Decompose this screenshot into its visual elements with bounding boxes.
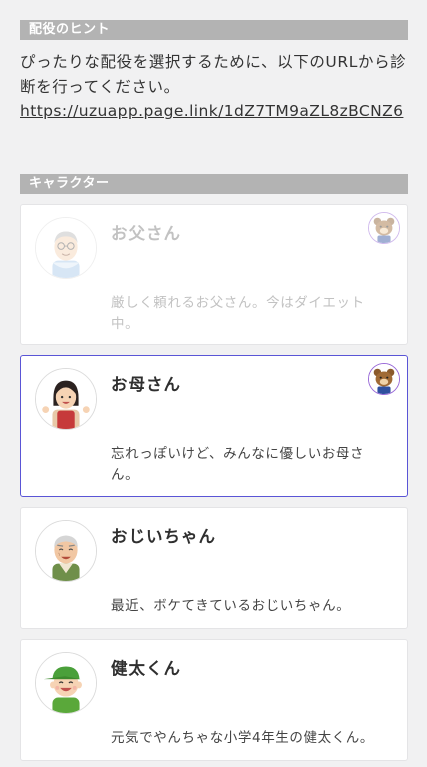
character-name: お父さん bbox=[111, 224, 181, 243]
character-description: 最近、ボケてきているおじいちゃん。 bbox=[111, 598, 351, 614]
character-card-kenta[interactable]: 健太くん 元気でやんちゃな小学4年生の健太くん。 bbox=[20, 639, 408, 761]
character-description: 元気でやんちゃな小学4年生の健太くん。 bbox=[111, 730, 374, 746]
characters-section-header: キャラクター bbox=[20, 174, 408, 194]
bear-badge-icon bbox=[368, 363, 400, 395]
character-card-mother[interactable]: お母さん 忘れっぽいけど、みんなに優しいお母さん。 bbox=[20, 355, 408, 497]
character-name: お母さん bbox=[111, 375, 181, 394]
character-name: 健太くん bbox=[111, 659, 181, 678]
character-name: おじいちゃん bbox=[111, 527, 216, 546]
character-card-grandfather[interactable]: おじいちゃん 最近、ボケてきているおじいちゃん。 bbox=[20, 507, 408, 629]
hint-text: ぴったりな配役を選択するために、以下のURLから診断を行ってください。 bbox=[20, 53, 407, 96]
hint-section-header: 配役のヒント bbox=[20, 20, 408, 40]
mother-avatar-icon bbox=[35, 368, 97, 430]
character-card-father[interactable]: お父さん 厳しく頼れるお父さん。今はダイエット中。 bbox=[20, 204, 408, 345]
boy-avatar-icon bbox=[35, 652, 97, 714]
father-avatar-icon bbox=[35, 217, 97, 279]
bear-badge-icon bbox=[368, 212, 400, 244]
grandfather-avatar-icon bbox=[35, 520, 97, 582]
page: 配役のヒント ぴったりな配役を選択するために、以下のURLから診断を行ってくださ… bbox=[0, 0, 427, 767]
diagnosis-link[interactable]: https://uzuapp.page.link/1dZ7TM9aZL8zBCN… bbox=[20, 99, 410, 124]
character-description: 忘れっぽいけど、みんなに優しいお母さん。 bbox=[111, 446, 365, 483]
character-description: 厳しく頼れるお父さん。今はダイエット中。 bbox=[111, 295, 365, 332]
